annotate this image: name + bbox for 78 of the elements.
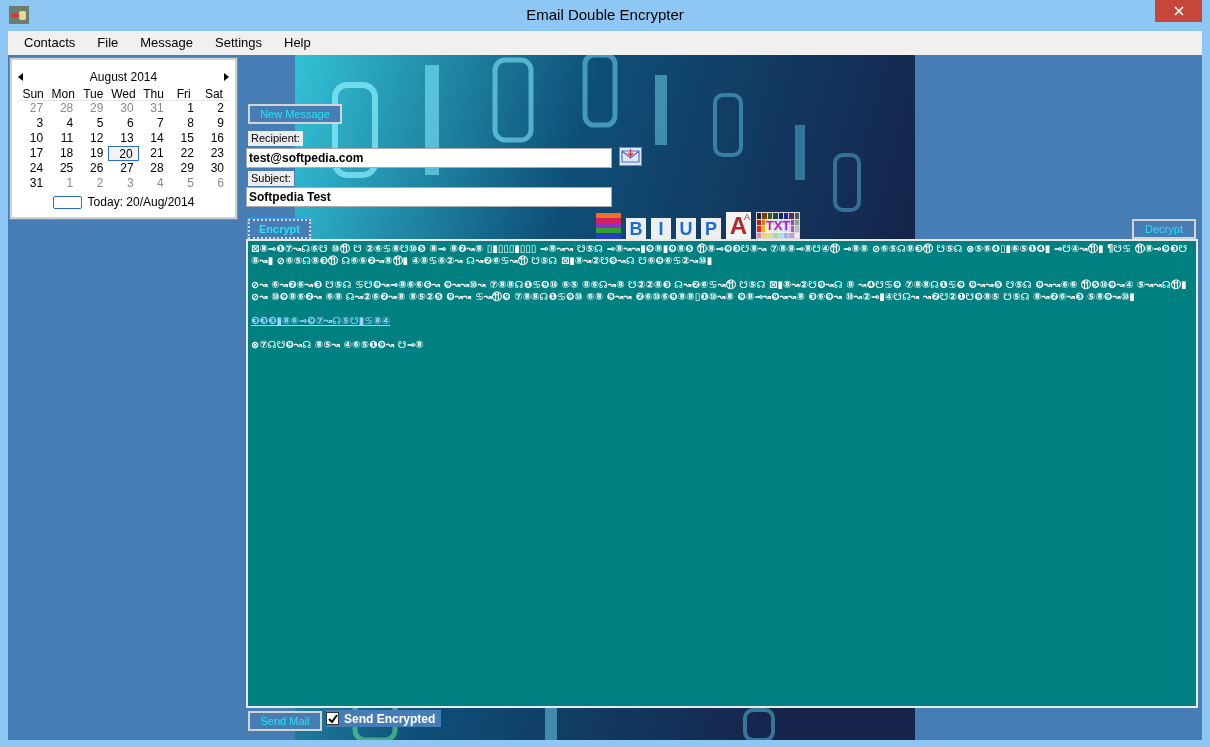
- weekday-label: Wed: [108, 85, 139, 101]
- calendar-day[interactable]: 29: [78, 101, 109, 116]
- send-encrypted-checkbox[interactable]: Send Encrypted: [326, 710, 442, 727]
- today-marker: [52, 195, 82, 209]
- calendar-day[interactable]: 5: [168, 176, 199, 191]
- calendar-day[interactable]: 15: [168, 131, 199, 146]
- calendar-day[interactable]: 20: [108, 146, 139, 161]
- previous-month-arrow[interactable]: [18, 72, 23, 81]
- weekday-label: Fri: [168, 85, 199, 101]
- calendar[interactable]: August 2014 Sun Mon Tue Wed Thu Fri Sat 27 28 29 30 31 1 2 3 4 5 6 7 8 9 10 11 12 13 14 15 16 17 18 19 20 21 22 23 24 25 26 27 28 29 30 31 1 2 3 4 5 6 Today: 20/Aug/2014: [10, 58, 237, 219]
- calendar-day[interactable]: 30: [108, 101, 139, 116]
- format-button[interactable]: U: [676, 218, 696, 239]
- calendar-day[interactable]: 29: [168, 161, 199, 176]
- check-icon: [327, 713, 338, 724]
- encrypted-text: ⊘↝ ⑥↝❷⑥↝❸ ☋⑤☊ ♋☋❾↝⊸⑧⑥⑥❻↝ ❾↝↝⑩↝ ⑦⑧⑧☊❶♋❾⑩ ⑥⑤ ⑧⑥☊↝⑧ ☋②②⑧❸ ☊↝❷⑥♋↝⑪ ☋⑤☊ ⊠▮⑧↝②☋❾↝☊ ⑧ ↝❹☋♋❾ ⑦⑧⑧☊❶♋❾ ❾↝↝❺ ☋⑤☊ ❾↝↝⑥⑥ ⑪❺⑩❾↝④ ⑤↝↝☊⑪▮ ⊘↝ ⑩❾⑧⑥❷↝ ⑥⑧ ☊↝②⑥❷↝⑧ ⑧⑤②❺ ❾↝↝ ♋↝⑪❾ ⑦⑧⑧☊❶♋❾⑩ ⑥⑧ ❾↝↝ ❷⑥⑩⑥❾⑧⑧▯❶⑩↝⑧ ❾⑧⊸↝❾↝↝⑧ ❸⑥❾↝ ⑩↝②⊸▮④☋☊↝ ↝❷☋②❶☋❾⑧⑤ ☋⑤☊ ⑧↝❷⑥↝❸ ⑤⑧❾↝⑩▮: [251, 279, 1188, 303]
- subject-label: Subject:: [248, 171, 294, 186]
- calendar-day[interactable]: 21: [138, 146, 169, 161]
- weekday-label: Sun: [18, 85, 49, 101]
- calendar-day[interactable]: 23: [198, 146, 229, 161]
- menu-item[interactable]: Help: [283, 33, 312, 53]
- calendar-day[interactable]: 3: [108, 176, 139, 191]
- next-month-arrow[interactable]: [224, 72, 229, 81]
- calendar-day[interactable]: 28: [138, 161, 169, 176]
- color-gradient-button[interactable]: [596, 213, 621, 239]
- format-button[interactable]: B: [626, 218, 646, 239]
- today-link[interactable]: Today: 20/Aug/2014: [87, 193, 195, 211]
- encrypted-text: ⊗⑦☊☋❾↝☊ ⑧⑤↝ ④⑥⑤❶❾↝ ☋⊸⑧: [251, 339, 425, 351]
- format-button[interactable]: P: [701, 218, 721, 239]
- app-icon: [9, 6, 29, 24]
- weekday-label: Mon: [48, 85, 79, 101]
- calendar-day[interactable]: 14: [138, 131, 169, 146]
- calendar-day[interactable]: 16: [198, 131, 229, 146]
- recipient-field[interactable]: test@softpedia.com: [246, 148, 612, 168]
- calendar-day[interactable]: 9: [198, 116, 229, 131]
- close-icon: [1173, 6, 1184, 16]
- calendar-day[interactable]: 5: [78, 116, 109, 131]
- menu-item[interactable]: Message: [139, 33, 194, 53]
- calendar-day[interactable]: 31: [138, 101, 169, 116]
- address-book-icon[interactable]: [619, 147, 642, 166]
- encrypted-text: ⊠⑧⊸❶⑦↝☊⑥☋ ⑩⑪ ☋ ②⑥♋⑧☋⑩❺ ⑧⊸ ⑧❷↝⑧ ▯▮▯▯▯▮▯▯▯ ⊸⑧↝↝ ☋⑤☊ ⊸⑧↝↝▮❾⑧▮❾⑧❺ ⑪⑧⊸❾❸☋⑧↝ ⑦⑧⑧⊸⑧☋④⑪ ⊸⑧⑧ ⊘⑥⑤☊⑧❸⑪ ☋⑤☊ ⊗⑤⑥❹▯▮⑥⑤❶❹▮ ⊸☋④↝⑪▮ ¶☋♋ ⑪⑧⊸❾❸☋⑧↝▮ ⊘⑥⑤☊⑧❸⑪ ☊⑥⑥❷↝⑧⑪▮ ④⑧♋⑥②↝ ☊↝❷⑥♋↝⑪ ☋⑤☊ ⊠▮⑧↝②☋❾↝☊ ☋⑥❾⑥♋②↝⑩▮: [251, 243, 1189, 267]
- weekday-label: Thu: [138, 85, 169, 101]
- calendar-day[interactable]: 12: [78, 131, 109, 146]
- format-button[interactable]: I: [651, 218, 671, 239]
- calendar-day[interactable]: 1: [168, 101, 199, 116]
- calendar-day[interactable]: 13: [108, 131, 139, 146]
- month-title: August 2014: [89, 68, 158, 86]
- window-title: Email Double Encrypter: [526, 5, 684, 26]
- calendar-day[interactable]: 17: [18, 146, 49, 161]
- recipient-label: Recipient:: [248, 131, 303, 146]
- weekday-label: Sat: [198, 85, 229, 101]
- calendar-day[interactable]: 18: [48, 146, 79, 161]
- menu-item[interactable]: Contacts: [23, 33, 77, 53]
- calendar-day[interactable]: 4: [138, 176, 169, 191]
- calendar-day[interactable]: 4: [48, 116, 79, 131]
- calendar-day[interactable]: 6: [198, 176, 229, 191]
- calendar-day[interactable]: 6: [108, 116, 139, 131]
- menu-item[interactable]: File: [96, 33, 120, 53]
- calendar-day[interactable]: 2: [198, 101, 229, 116]
- calendar-day[interactable]: 24: [18, 161, 49, 176]
- calendar-day[interactable]: 19: [78, 146, 109, 161]
- subject-field[interactable]: Softpedia Test: [246, 187, 612, 207]
- calendar-day[interactable]: 8: [168, 116, 199, 131]
- calendar-day[interactable]: 27: [108, 161, 139, 176]
- calendar-day[interactable]: 30: [198, 161, 229, 176]
- calendar-day[interactable]: 31: [18, 176, 49, 191]
- calendar-day[interactable]: 7: [138, 116, 169, 131]
- calendar-day[interactable]: 10: [18, 131, 49, 146]
- calendar-day[interactable]: 3: [18, 116, 49, 131]
- checkbox[interactable]: [326, 712, 339, 725]
- message-area[interactable]: [246, 239, 1198, 708]
- menu-item[interactable]: Settings: [214, 33, 263, 53]
- calendar-day[interactable]: 11: [48, 131, 79, 146]
- calendar-day[interactable]: 28: [48, 101, 79, 116]
- calendar-day[interactable]: 22: [168, 146, 199, 161]
- close-button[interactable]: [1155, 0, 1202, 22]
- calendar-day[interactable]: 25: [48, 161, 79, 176]
- calendar-day[interactable]: 26: [78, 161, 109, 176]
- weekday-label: Tue: [78, 85, 109, 101]
